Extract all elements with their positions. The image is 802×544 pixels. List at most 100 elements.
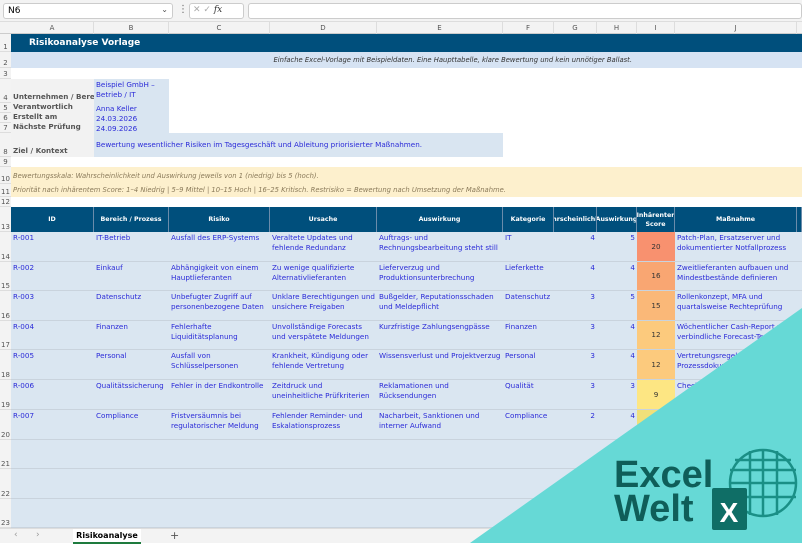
score-cell[interactable] — [637, 410, 675, 440]
info-value[interactable]: 24.03.2026 — [94, 113, 169, 123]
table-cell[interactable]: Lieferverzug und Produktionsunterbrechun… — [377, 262, 503, 291]
table-cell[interactable]: Abhängigkeit von einem Hauptlieferanten — [169, 262, 270, 291]
prev-sheet-icon[interactable]: ‹ — [14, 530, 18, 540]
empty-cell[interactable] — [169, 499, 270, 528]
next-sheet-icon[interactable]: › — [36, 530, 40, 540]
column-header-g[interactable]: G — [554, 22, 597, 34]
column-header-e[interactable]: E — [377, 22, 503, 34]
empty-cell[interactable] — [675, 440, 797, 469]
table-cell[interactable]: Fehlerhafte Liquiditätsplanung — [169, 321, 270, 350]
info-value[interactable]: Bewertung wesentlicher Risiken im Tagesg… — [94, 133, 503, 157]
confirm-icon[interactable]: ✓ — [203, 5, 211, 15]
table-cell[interactable]: Compliance — [503, 410, 554, 440]
row-header-16[interactable]: 16 — [0, 291, 11, 321]
info-value[interactable]: Beispiel GmbH – Betrieb / IT — [94, 79, 169, 103]
name-box[interactable]: N6 ⌄ — [3, 3, 173, 19]
table-cell[interactable]: 4 — [597, 410, 637, 440]
empty-cell[interactable] — [270, 469, 377, 499]
column-header-d[interactable]: D — [270, 22, 377, 34]
table-cell[interactable]: 4 — [554, 262, 597, 291]
empty-cell[interactable] — [503, 440, 554, 469]
table-cell[interactable] — [797, 232, 802, 262]
table-cell[interactable] — [797, 291, 802, 321]
empty-cell[interactable] — [270, 440, 377, 469]
table-cell[interactable]: Zweitlieferanten aufbauen und Mindestbes… — [675, 262, 797, 291]
table-cell[interactable]: IT-Betrieb — [94, 232, 169, 262]
column-header-j[interactable]: J — [675, 22, 797, 34]
row-header-1[interactable]: 1 — [0, 34, 11, 52]
row-header-4[interactable]: 4 — [0, 79, 11, 103]
table-cell[interactable]: Nacharbeit, Sanktionen und interner Aufw… — [377, 410, 503, 440]
table-header[interactable]: Risiko — [169, 207, 270, 232]
table-cell[interactable]: Krankheit, Kündigung oder fehlende Vertr… — [270, 350, 377, 380]
table-cell[interactable] — [797, 380, 802, 410]
empty-cell[interactable] — [270, 499, 377, 528]
table-cell[interactable]: Fristversäumnis bei regulatorischer Meld… — [169, 410, 270, 440]
empty-cell[interactable] — [637, 469, 675, 499]
table-header[interactable]: Auswirkung — [597, 207, 637, 232]
column-header-c[interactable]: C — [169, 22, 270, 34]
row-header-15[interactable]: 15 — [0, 262, 11, 291]
empty-cell[interactable] — [169, 469, 270, 499]
row-header-12[interactable]: 12 — [0, 197, 11, 207]
formula-input[interactable] — [248, 3, 802, 19]
table-cell[interactable]: IT — [503, 232, 554, 262]
table-cell[interactable]: Vertretungsregelung und Prozessdokumenta… — [675, 350, 797, 380]
table-cell[interactable] — [797, 410, 802, 440]
insert-function-icon[interactable]: fx — [214, 5, 222, 15]
empty-cell[interactable] — [675, 469, 797, 499]
info-value[interactable]: Anna Keller — [94, 103, 169, 113]
table-header[interactable]: Bereich / Prozess — [94, 207, 169, 232]
empty-cell[interactable] — [597, 499, 637, 528]
table-cell[interactable]: Ausfall von Schlüsselpersonen — [169, 350, 270, 380]
table-cell[interactable]: 3 — [554, 380, 597, 410]
table-cell[interactable]: 4 — [554, 232, 597, 262]
chevron-down-icon[interactable]: ⌄ — [161, 5, 168, 14]
row-header-17[interactable]: 17 — [0, 321, 11, 350]
row-header-6[interactable]: 6 — [0, 113, 11, 123]
sheet-grid[interactable]: 1 2 3 4 5 6 7 8 9 10 11 12 13 14 15 16 17 18 19 20 21 22 23 Ris… — [0, 34, 802, 528]
empty-cell[interactable] — [797, 499, 802, 528]
row-header-23[interactable]: 23 — [0, 499, 11, 528]
table-cell[interactable]: Personal — [503, 350, 554, 380]
table-header[interactable]: ID — [11, 207, 94, 232]
table-cell[interactable] — [675, 410, 797, 440]
table-cell[interactable]: Rollenkonzept, MFA und quartalsweise Rec… — [675, 291, 797, 321]
table-header[interactable]: Maßnahme — [675, 207, 797, 232]
cancel-icon[interactable]: ✕ — [193, 5, 201, 15]
table-cell[interactable]: 3 — [554, 350, 597, 380]
table-cell[interactable]: Auftrags- und Rechnungsbearbeitung steht… — [377, 232, 503, 262]
table-cell[interactable]: 4 — [597, 321, 637, 350]
empty-cell[interactable] — [637, 499, 675, 528]
table-cell[interactable]: R-006 — [11, 380, 94, 410]
row-header-18[interactable]: 18 — [0, 350, 11, 380]
table-header[interactable]: Ursache — [270, 207, 377, 232]
empty-cell[interactable] — [637, 440, 675, 469]
table-cell[interactable]: Finanzen — [503, 321, 554, 350]
row-header-9[interactable]: 9 — [0, 157, 11, 167]
table-cell[interactable]: Zeitdruck und uneinheitliche Prüfkriteri… — [270, 380, 377, 410]
table-cell[interactable]: 5 — [597, 232, 637, 262]
table-cell[interactable]: R-005 — [11, 350, 94, 380]
empty-cell[interactable] — [377, 469, 503, 499]
table-cell[interactable]: Ausfall des ERP-Systems — [169, 232, 270, 262]
table-header-k[interactable] — [797, 207, 802, 232]
table-cell[interactable]: Qualitätssicherung — [94, 380, 169, 410]
score-cell[interactable]: 12 — [637, 350, 675, 380]
score-cell[interactable]: 9 — [637, 380, 675, 410]
table-cell[interactable]: Datenschutz — [503, 291, 554, 321]
column-header-f[interactable]: F — [503, 22, 554, 34]
table-cell[interactable]: 3 — [597, 380, 637, 410]
empty-cell[interactable] — [169, 440, 270, 469]
table-cell[interactable]: Einkauf — [94, 262, 169, 291]
table-cell[interactable]: 4 — [597, 350, 637, 380]
empty-cell[interactable] — [503, 499, 554, 528]
row-header-5[interactable]: 5 — [0, 103, 11, 113]
table-cell[interactable]: 2 — [554, 410, 597, 440]
table-cell[interactable]: 5 — [597, 291, 637, 321]
empty-cell[interactable] — [377, 440, 503, 469]
score-cell[interactable]: 12 — [637, 321, 675, 350]
table-cell[interactable]: R-004 — [11, 321, 94, 350]
empty-cell[interactable] — [11, 499, 94, 528]
table-header[interactable]: Wahrscheinlichkeit — [554, 207, 597, 232]
